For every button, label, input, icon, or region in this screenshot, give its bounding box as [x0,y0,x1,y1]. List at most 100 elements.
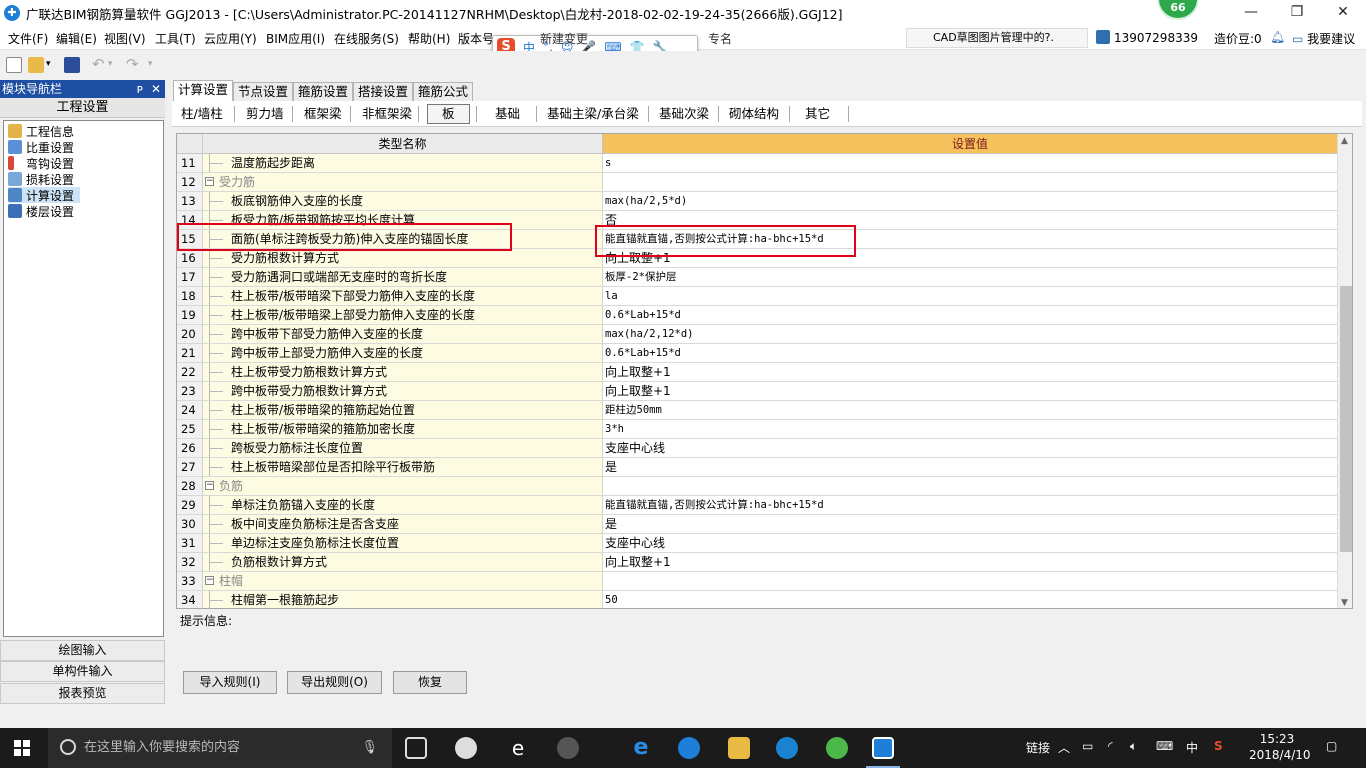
group-header[interactable]: − 受力筋 [203,173,603,191]
menu-cloud[interactable]: 云应用(Y) [204,30,257,47]
table-row[interactable]: 29 单标注负筋锚入支座的长度 能直锚就直锚,否则按公式计算:ha-bhc+15*d [177,496,1337,515]
close-button[interactable]: ✕ [1320,0,1366,26]
ggj-app-icon[interactable] [872,737,894,759]
table-row[interactable]: 33− 柱帽 [177,572,1337,591]
battery-icon[interactable]: ▭ [1082,739,1093,753]
redo-dropdown-icon[interactable]: ▾ [148,59,153,69]
notification-icon[interactable]: ▢ [1326,739,1337,753]
setting-value[interactable]: 支座中心线 [603,534,1337,552]
table-row[interactable]: 21 跨中板带上部受力筋伸入支座的长度 0.6*Lab+15*d [177,344,1337,363]
menu-online[interactable]: 在线服务(S) [334,30,399,47]
table-row[interactable]: 31 单边标注支座负筋标注长度位置 支座中心线 [177,534,1337,553]
nav-close-icon[interactable]: ✕ [151,80,161,98]
table-row[interactable]: 19 柱上板带/板带暗梁上部受力筋伸入支座的长度 0.6*Lab+15*d [177,306,1337,325]
task-view-icon[interactable] [405,737,427,759]
table-row[interactable]: 24 柱上板带/板带暗梁的箍筋起始位置 距柱边50mm [177,401,1337,420]
swirl-app-icon[interactable] [557,737,579,759]
subtab-nonframe-beam[interactable]: 非框架梁 [362,104,412,124]
undo-dropdown-icon[interactable]: ▾ [108,59,113,69]
nav-draw-input[interactable]: 绘图输入 [0,640,165,661]
setting-value[interactable]: 距柱边50mm [603,401,1337,419]
minimize-button[interactable]: — [1228,0,1274,26]
menu-partial-new[interactable]: 新建变更 [540,30,588,47]
table-row[interactable]: 22 柱上板带受力筋根数计算方式 向上取整+1 [177,363,1337,382]
save-icon[interactable] [64,57,80,73]
tree-item-calc-settings[interactable]: 计算设置 [8,187,80,203]
menu-view[interactable]: 视图(V) [104,30,146,47]
subtab-other[interactable]: 其它 [805,104,830,124]
setting-value[interactable]: 3*h [603,420,1337,438]
grid-scrollbar[interactable]: ▲ ▼ [1337,134,1352,608]
table-row[interactable]: 18 柱上板带/板带暗梁下部受力筋伸入支座的长度 la [177,287,1337,306]
tree-item-hook[interactable]: 弯钩设置 [8,155,74,171]
menu-tools[interactable]: 工具(T) [155,30,196,47]
menu-partial-item[interactable]: 专名 [708,30,732,47]
scroll-down-icon[interactable]: ▼ [1341,598,1348,608]
group-header[interactable]: − 负筋 [203,477,603,495]
tab-calc-settings[interactable]: 计算设置 [173,80,234,101]
edge-legacy-icon[interactable]: e [507,737,529,759]
scroll-thumb[interactable] [1340,286,1352,552]
menu-help[interactable]: 帮助(H) [408,30,450,47]
chevron-up-icon[interactable]: ︿ [1058,739,1070,756]
microphone-icon[interactable]: 🎙︎ [361,728,378,768]
new-file-icon[interactable] [6,57,22,73]
keyboard-tray-icon[interactable]: ⌨ [1156,739,1173,753]
collapse-icon[interactable]: − [205,576,214,585]
menu-file[interactable]: 文件(F) [8,30,48,47]
subtab-foundation-main-beam[interactable]: 基础主梁/承台梁 [547,104,639,124]
menu-bim[interactable]: BIM应用(I) [266,30,325,47]
undo-icon[interactable]: ↶ [92,55,105,73]
volume-icon[interactable]: 🔈︎ [1130,739,1137,754]
wifi-icon[interactable]: ◜ [1108,739,1113,753]
tab-stirrup-formula[interactable]: 箍筋公式 [413,82,474,101]
subtab-slab[interactable]: 板 [427,104,470,124]
cad-message[interactable]: CAD草图图片管理中的?. [906,28,1088,48]
export-rules-button[interactable]: 导出规则(O) [287,671,382,694]
redo-icon[interactable]: ↷ [126,55,139,73]
table-row[interactable]: 13 板底钢筋伸入支座的长度 max(ha/2,5*d) [177,192,1337,211]
setting-value[interactable]: 向上取整+1 [603,363,1337,381]
windows-start-icon[interactable] [14,740,31,757]
tree-item-project-info[interactable]: 工程信息 [8,123,74,139]
open-folder-icon[interactable] [28,57,44,73]
setting-value[interactable]: 50 [603,591,1337,608]
table-row[interactable]: 34 柱帽第一根箍筋起步 50 [177,591,1337,608]
pinwheel-icon[interactable] [455,737,477,759]
table-row[interactable]: 17 受力筋遇洞口或端部无支座时的弯折长度 板厚-2*保护层 [177,268,1337,287]
setting-value[interactable]: max(ha/2,5*d) [603,192,1337,210]
group-header[interactable]: − 柱帽 [203,572,603,590]
tab-stirrup-settings[interactable]: 箍筋设置 [293,82,354,101]
sogou-tray-icon[interactable]: S [1214,739,1223,753]
subtab-foundation-secondary-beam[interactable]: 基础次梁 [659,104,709,124]
feedback-link[interactable]: ▭ 我要建议 [1292,30,1355,47]
maximize-button[interactable]: ❐ [1274,0,1320,26]
table-row[interactable]: 12− 受力筋 [177,173,1337,192]
tab-lap-settings[interactable]: 搭接设置 [353,82,414,101]
clock[interactable]: 15:23 2018/4/10 [1249,731,1311,763]
menu-edit[interactable]: 编辑(E) [56,30,97,47]
bell-icon[interactable]: 🔔︎ [1270,30,1285,44]
menu-version[interactable]: 版本号 [458,30,494,47]
setting-value[interactable]: 向上取整+1 [603,382,1337,400]
setting-value[interactable]: 是 [603,458,1337,476]
setting-value[interactable]: la [603,287,1337,305]
subtab-column[interactable]: 柱/墙柱 [181,104,223,124]
setting-value[interactable]: 是 [603,515,1337,533]
import-rules-button[interactable]: 导入规则(I) [183,671,277,694]
zaojiadou-label[interactable]: 造价豆:0 [1214,30,1262,47]
setting-value[interactable]: max(ha/2,12*d) [603,325,1337,343]
tree-item-floors[interactable]: 楼层设置 [8,203,74,219]
tree-item-loss[interactable]: 损耗设置 [8,171,74,187]
restore-button[interactable]: 恢复 [393,671,467,694]
taskbar-search[interactable]: 在这里输入你要搜索的内容 🎙︎ [48,728,392,768]
setting-value[interactable]: 支座中心线 [603,439,1337,457]
setting-value[interactable]: s [603,154,1337,172]
table-row[interactable]: 27 柱上板带暗梁部位是否扣除平行板带筋 是 [177,458,1337,477]
setting-value[interactable]: 0.6*Lab+15*d [603,306,1337,324]
tab-node-settings[interactable]: 节点设置 [233,82,294,101]
account-phone[interactable]: 13907298339 [1096,30,1198,45]
collapse-icon[interactable]: − [205,481,214,490]
subtab-masonry[interactable]: 砌体结构 [729,104,779,124]
browser-360-icon[interactable] [826,737,848,759]
